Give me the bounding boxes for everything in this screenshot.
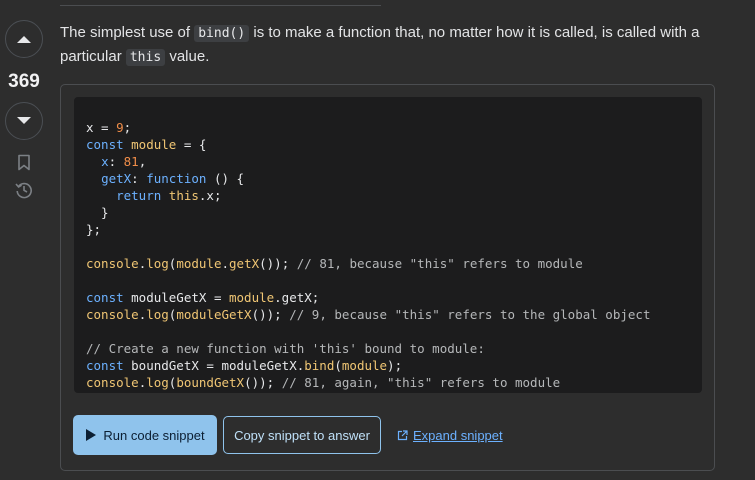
answer-intro-text: The simplest use of bind() is to make a …	[60, 21, 740, 69]
code-token: );	[387, 358, 403, 373]
code-line: const boundGetX = moduleGetX.bind(module…	[86, 358, 402, 373]
code-token: ());	[251, 307, 290, 322]
code-token: boundGetX	[176, 375, 245, 390]
code-line: x: 81,	[86, 154, 146, 169]
inline-code-bind: bind()	[194, 25, 250, 42]
inline-code-this: this	[125, 49, 166, 66]
run-button-label: Run code snippet	[103, 427, 205, 443]
run-code-snippet-button[interactable]: Run code snippet	[73, 415, 217, 455]
code-token: .x;	[198, 188, 222, 203]
code-line: return this.x;	[86, 188, 221, 203]
code-token: getX	[101, 171, 132, 186]
code-token: const	[86, 290, 132, 305]
code-token: this	[168, 188, 199, 203]
code-token: getX	[229, 256, 260, 271]
intro-text-after: value.	[165, 48, 210, 65]
code-token: // 81, because "this" refers to module	[296, 256, 583, 271]
code-token: x	[101, 154, 109, 169]
code-token: };	[86, 222, 102, 237]
code-token: return	[116, 188, 169, 203]
code-snippet: x = 9; const module = { x: 81, getX: fun…	[60, 84, 715, 471]
arrow-down-icon	[17, 117, 31, 124]
code-token: log	[146, 256, 169, 271]
code-token: ());	[244, 375, 282, 390]
code-line: // Create a new function with 'this' bou…	[86, 341, 485, 356]
intro-text-before: The simplest use of	[60, 24, 195, 41]
code-token: bind	[304, 358, 335, 373]
code-line: const moduleGetX = module.getX;	[86, 290, 319, 305]
code-token: log	[146, 375, 169, 390]
code-line: const module = {	[86, 137, 206, 152]
code-token: console	[86, 307, 139, 322]
code-token: const	[86, 137, 132, 152]
bookmark-icon	[18, 154, 30, 170]
code-token: module	[229, 290, 275, 305]
code-token: module	[176, 256, 222, 271]
code-token: .getX;	[274, 290, 320, 305]
vote-column: 369	[0, 20, 48, 200]
code-line: };	[86, 222, 101, 237]
code-token: module	[341, 358, 388, 373]
history-button[interactable]	[14, 180, 34, 200]
expand-snippet-link[interactable]: Expand snippet	[397, 428, 503, 443]
code-token: log	[146, 307, 169, 322]
code-token: module	[131, 137, 177, 152]
code-token: ;	[123, 120, 132, 135]
snippet-actions: Run code snippet Copy snippet to answer …	[73, 415, 503, 455]
vote-score: 369	[8, 71, 40, 92]
code-token: }	[86, 205, 109, 220]
code-token: x =	[86, 120, 117, 135]
history-icon	[15, 182, 32, 199]
code-token: :	[131, 171, 147, 186]
code-token: console	[86, 375, 139, 390]
code-content: x = 9; const module = { x: 81, getX: fun…	[86, 119, 650, 391]
code-token: ());	[259, 256, 297, 271]
code-token: // Create a new function with 'this' bou…	[86, 341, 485, 356]
code-token: // 81, again, "this" refers to module	[281, 375, 561, 390]
code-token: // 9, because "this" refers to the globa…	[289, 307, 651, 322]
separator-line	[60, 5, 381, 6]
code-token: boundGetX = moduleGetX.	[131, 358, 305, 373]
code-token: :	[108, 154, 124, 169]
expand-link-label: Expand snippet	[413, 427, 503, 443]
code-token: = {	[176, 137, 207, 152]
code-token: moduleGetX	[176, 307, 252, 322]
code-token: (	[334, 358, 342, 373]
code-line: getX: function () {	[86, 171, 244, 186]
code-line: console.log(module.getX()); // 81, becau…	[86, 256, 583, 271]
code-token: ,	[138, 154, 147, 169]
external-link-icon	[397, 429, 408, 440]
code-token: function	[146, 171, 207, 186]
play-icon	[86, 429, 97, 441]
arrow-up-icon	[17, 36, 31, 43]
downvote-button[interactable]	[5, 102, 43, 140]
upvote-button[interactable]	[5, 20, 43, 58]
code-block: x = 9; const module = { x: 81, getX: fun…	[74, 97, 702, 393]
code-token: moduleGetX =	[131, 290, 229, 305]
code-token: 81	[123, 154, 139, 169]
copy-button-label: Copy snippet to answer	[234, 427, 370, 443]
code-token: 9	[116, 120, 124, 135]
copy-snippet-button[interactable]: Copy snippet to answer	[223, 416, 381, 454]
code-line: x = 9;	[86, 120, 131, 135]
code-line: console.log(boundGetX()); // 81, again, …	[86, 375, 560, 390]
bookmark-button[interactable]	[14, 152, 34, 172]
code-line: console.log(moduleGetX()); // 9, because…	[86, 307, 650, 322]
code-token: .	[221, 256, 230, 271]
code-token: () {	[206, 171, 245, 186]
code-line: }	[86, 205, 109, 220]
code-token: console	[86, 256, 139, 271]
code-token: const	[86, 358, 132, 373]
